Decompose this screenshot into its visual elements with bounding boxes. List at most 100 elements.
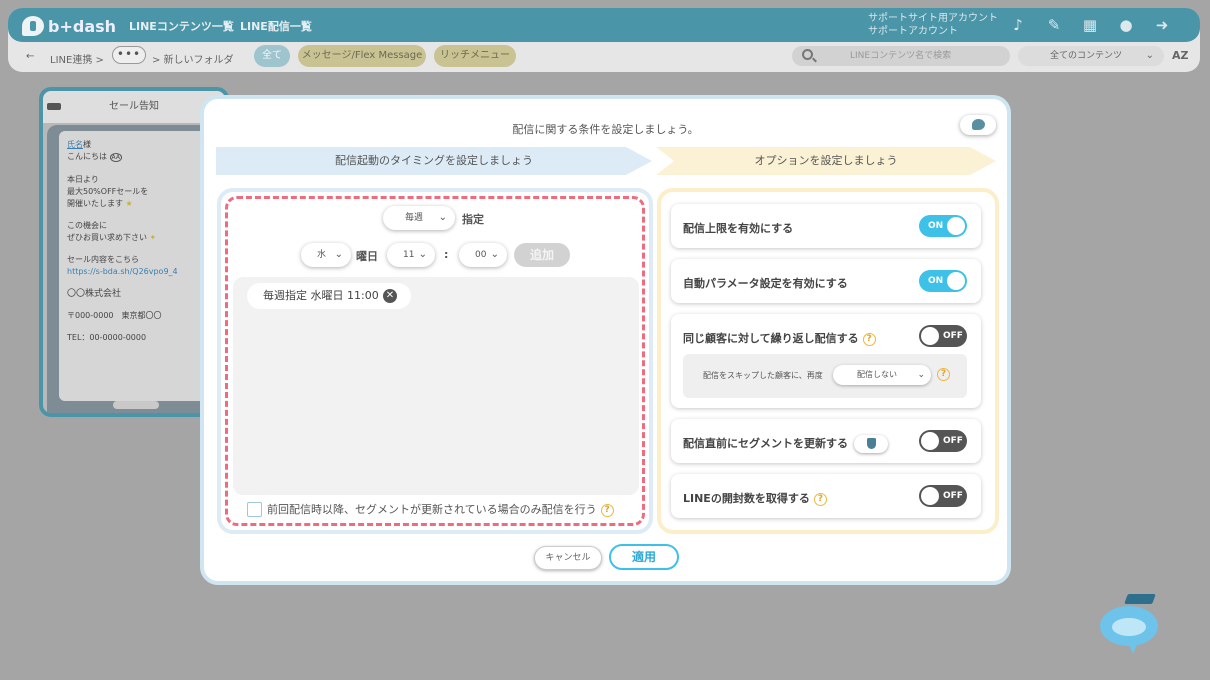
filter-richmenu[interactable]: リッチメニュー (434, 45, 516, 67)
message-url: https://s-bda.sh/Q26vpo9_4 (67, 267, 178, 276)
mascot-cap (1124, 594, 1156, 604)
chevron-down-icon: ⌄ (917, 370, 925, 380)
repeat-sub-option: 配信をスキップした顧客に、再度 配信しない ⌄ ? (683, 354, 967, 398)
step-timing: 配信起動のタイミングを設定しましょう (216, 147, 652, 175)
sub-toolbar: ← LINE連携 > ••• > 新しいフォルダ 全て メッセージ/Flex M… (8, 42, 1200, 72)
preview-title: セール告知 (109, 101, 159, 112)
help-icon[interactable]: ? (600, 503, 614, 517)
message-line: この機会に (67, 221, 107, 230)
sort-az-icon[interactable]: AZ (1172, 49, 1189, 62)
help-icon[interactable]: ? (813, 492, 827, 506)
message-line: セール内容をこちら (67, 255, 139, 264)
timing-highlight: 毎週 ⌄ 指定 水 ⌄ 曜日 11 ⌄ : 00 ⌄ 追加 毎週指定 水曜日 1… (225, 196, 645, 526)
option-delivery-limit: 配信上限を有効にする ON (671, 204, 981, 248)
toggle-state: OFF (943, 436, 963, 446)
grid-icon[interactable]: ▦ (1080, 16, 1100, 34)
name-variable: 氏名 (67, 140, 83, 149)
message-line: ぜひお買い求め下さい (67, 233, 147, 242)
repeat-delivery-toggle[interactable]: OFF (919, 325, 967, 347)
option-segment-update: 配信直前にセグメントを更新する OFF (671, 419, 981, 463)
time-colon: : (444, 248, 449, 261)
option-open-count: LINEの開封数を取得する? OFF (671, 474, 981, 518)
toggle-state: ON (928, 276, 944, 286)
search-input[interactable]: LINEコンテンツ名で検索 (792, 46, 1010, 66)
star-emoji-icon: ★ (125, 199, 133, 208)
company-address: 〒000-0000 東京都〇〇 (67, 311, 162, 320)
step-options: オプションを設定しましょう (656, 147, 996, 175)
support-account-line1: サポートサイト用アカウント (868, 13, 998, 24)
app-logo[interactable]: b+dash (22, 15, 116, 37)
weekday-value: 水 (317, 250, 327, 260)
bell-icon[interactable]: ♪ (1008, 16, 1028, 34)
search-icon (802, 49, 813, 60)
chat-icon (972, 119, 985, 130)
frequency-select[interactable]: 毎週 ⌄ (383, 206, 455, 230)
schedule-list: 毎週指定 水曜日 11:00 ✕ (233, 277, 639, 495)
preview-header: セール告知 (43, 91, 225, 123)
segment-update-toggle[interactable]: OFF (919, 430, 967, 452)
content-type-select[interactable]: 全てのコンテンツ ⌄ (1018, 46, 1164, 66)
breadcrumb-more-button[interactable]: ••• (112, 46, 146, 64)
logout-icon[interactable]: ➜ (1152, 16, 1172, 34)
minute-value: 00 (475, 250, 487, 260)
segment-info-button[interactable] (854, 435, 888, 453)
greeting-text: こんにちは (67, 152, 107, 161)
option-repeat-delivery: 同じ顧客に対して繰り返し配信する? OFF 配信をスキップした顧客に、再度 配信… (671, 314, 981, 408)
segment-updated-checkbox[interactable] (247, 502, 262, 517)
minute-select[interactable]: 00 ⌄ (459, 243, 507, 267)
segment-updated-text: 前回配信時以降、セグメントが更新されている場合のみ配信を行う (267, 503, 597, 516)
support-account[interactable]: サポートサイト用アカウント サポートアカウント (868, 12, 998, 38)
filter-all[interactable]: 全て (254, 45, 290, 67)
option-label: 自動パラメータ設定を有効にする (683, 277, 848, 290)
schedule-chip-label: 毎週指定 水曜日 11:00 (263, 289, 379, 302)
chevron-down-icon: ⌄ (438, 212, 447, 223)
message-line: 開催いたします (67, 199, 123, 208)
weekday-select[interactable]: 水 ⌄ (301, 243, 351, 267)
preview-scrollbar[interactable] (113, 401, 159, 409)
option-label: 同じ顧客に対して繰り返し配信する? (683, 330, 876, 346)
back-arrow-icon[interactable]: ← (26, 51, 34, 62)
nav-line-deliveries[interactable]: LINE配信一覧 (240, 18, 312, 34)
open-count-toggle[interactable]: OFF (919, 485, 967, 507)
search-placeholder: LINEコンテンツ名で検索 (850, 51, 952, 61)
toggle-knob (921, 487, 939, 505)
option-auto-parameter: 自動パラメータ設定を有効にする ON (671, 259, 981, 303)
option-label: 配信直前にセグメントを更新する (683, 435, 888, 453)
delivery-limit-toggle[interactable]: ON (919, 215, 967, 237)
help-icon[interactable]: ? (937, 368, 950, 381)
schedule-chip: 毎週指定 水曜日 11:00 ✕ (247, 283, 411, 309)
chevron-down-icon: ⌄ (334, 249, 343, 260)
message-line: 本日より (67, 175, 99, 184)
frequency-suffix: 指定 (462, 213, 484, 226)
toggle-knob (947, 217, 965, 235)
modal-help-button[interactable] (960, 115, 996, 135)
add-timing-button[interactable]: 追加 (514, 243, 570, 267)
hour-select[interactable]: 11 ⌄ (387, 243, 435, 267)
tag-icon (47, 103, 61, 110)
redeliver-select[interactable]: 配信しない ⌄ (833, 365, 931, 385)
auto-parameter-toggle[interactable]: ON (919, 270, 967, 292)
cancel-button[interactable]: キャンセル (534, 546, 602, 570)
filter-message[interactable]: メッセージ/Flex Message (298, 45, 426, 67)
nav-line-contents[interactable]: LINEコンテンツ一覧 (129, 18, 234, 34)
help-icon[interactable]: ? (862, 332, 876, 346)
content-type-value: 全てのコンテンツ (1050, 51, 1123, 61)
toggle-knob (947, 272, 965, 290)
name-suffix: 様 (83, 140, 91, 149)
toggle-knob (921, 432, 939, 450)
frequency-value: 毎週 (405, 213, 424, 223)
mascot-assistant-icon[interactable] (1096, 594, 1160, 656)
apply-button[interactable]: 適用 (609, 544, 679, 570)
chat-icon[interactable]: ● (1116, 16, 1136, 34)
hour-value: 11 (403, 250, 415, 260)
remove-icon[interactable]: ✕ (383, 289, 397, 303)
toggle-state: OFF (943, 491, 963, 501)
company-name: 〇〇株式会社 (67, 289, 122, 299)
logo-text: b+dash (48, 16, 117, 36)
wrench-icon[interactable]: ✎ (1044, 16, 1064, 34)
toggle-state: OFF (943, 331, 963, 341)
emoji-badge: AA (109, 153, 122, 162)
breadcrumb-root[interactable]: LINE連携 > (50, 51, 104, 66)
sparkle-emoji-icon: ✦ (149, 233, 157, 242)
option-label-text: 同じ顧客に対して繰り返し配信する (683, 332, 859, 345)
